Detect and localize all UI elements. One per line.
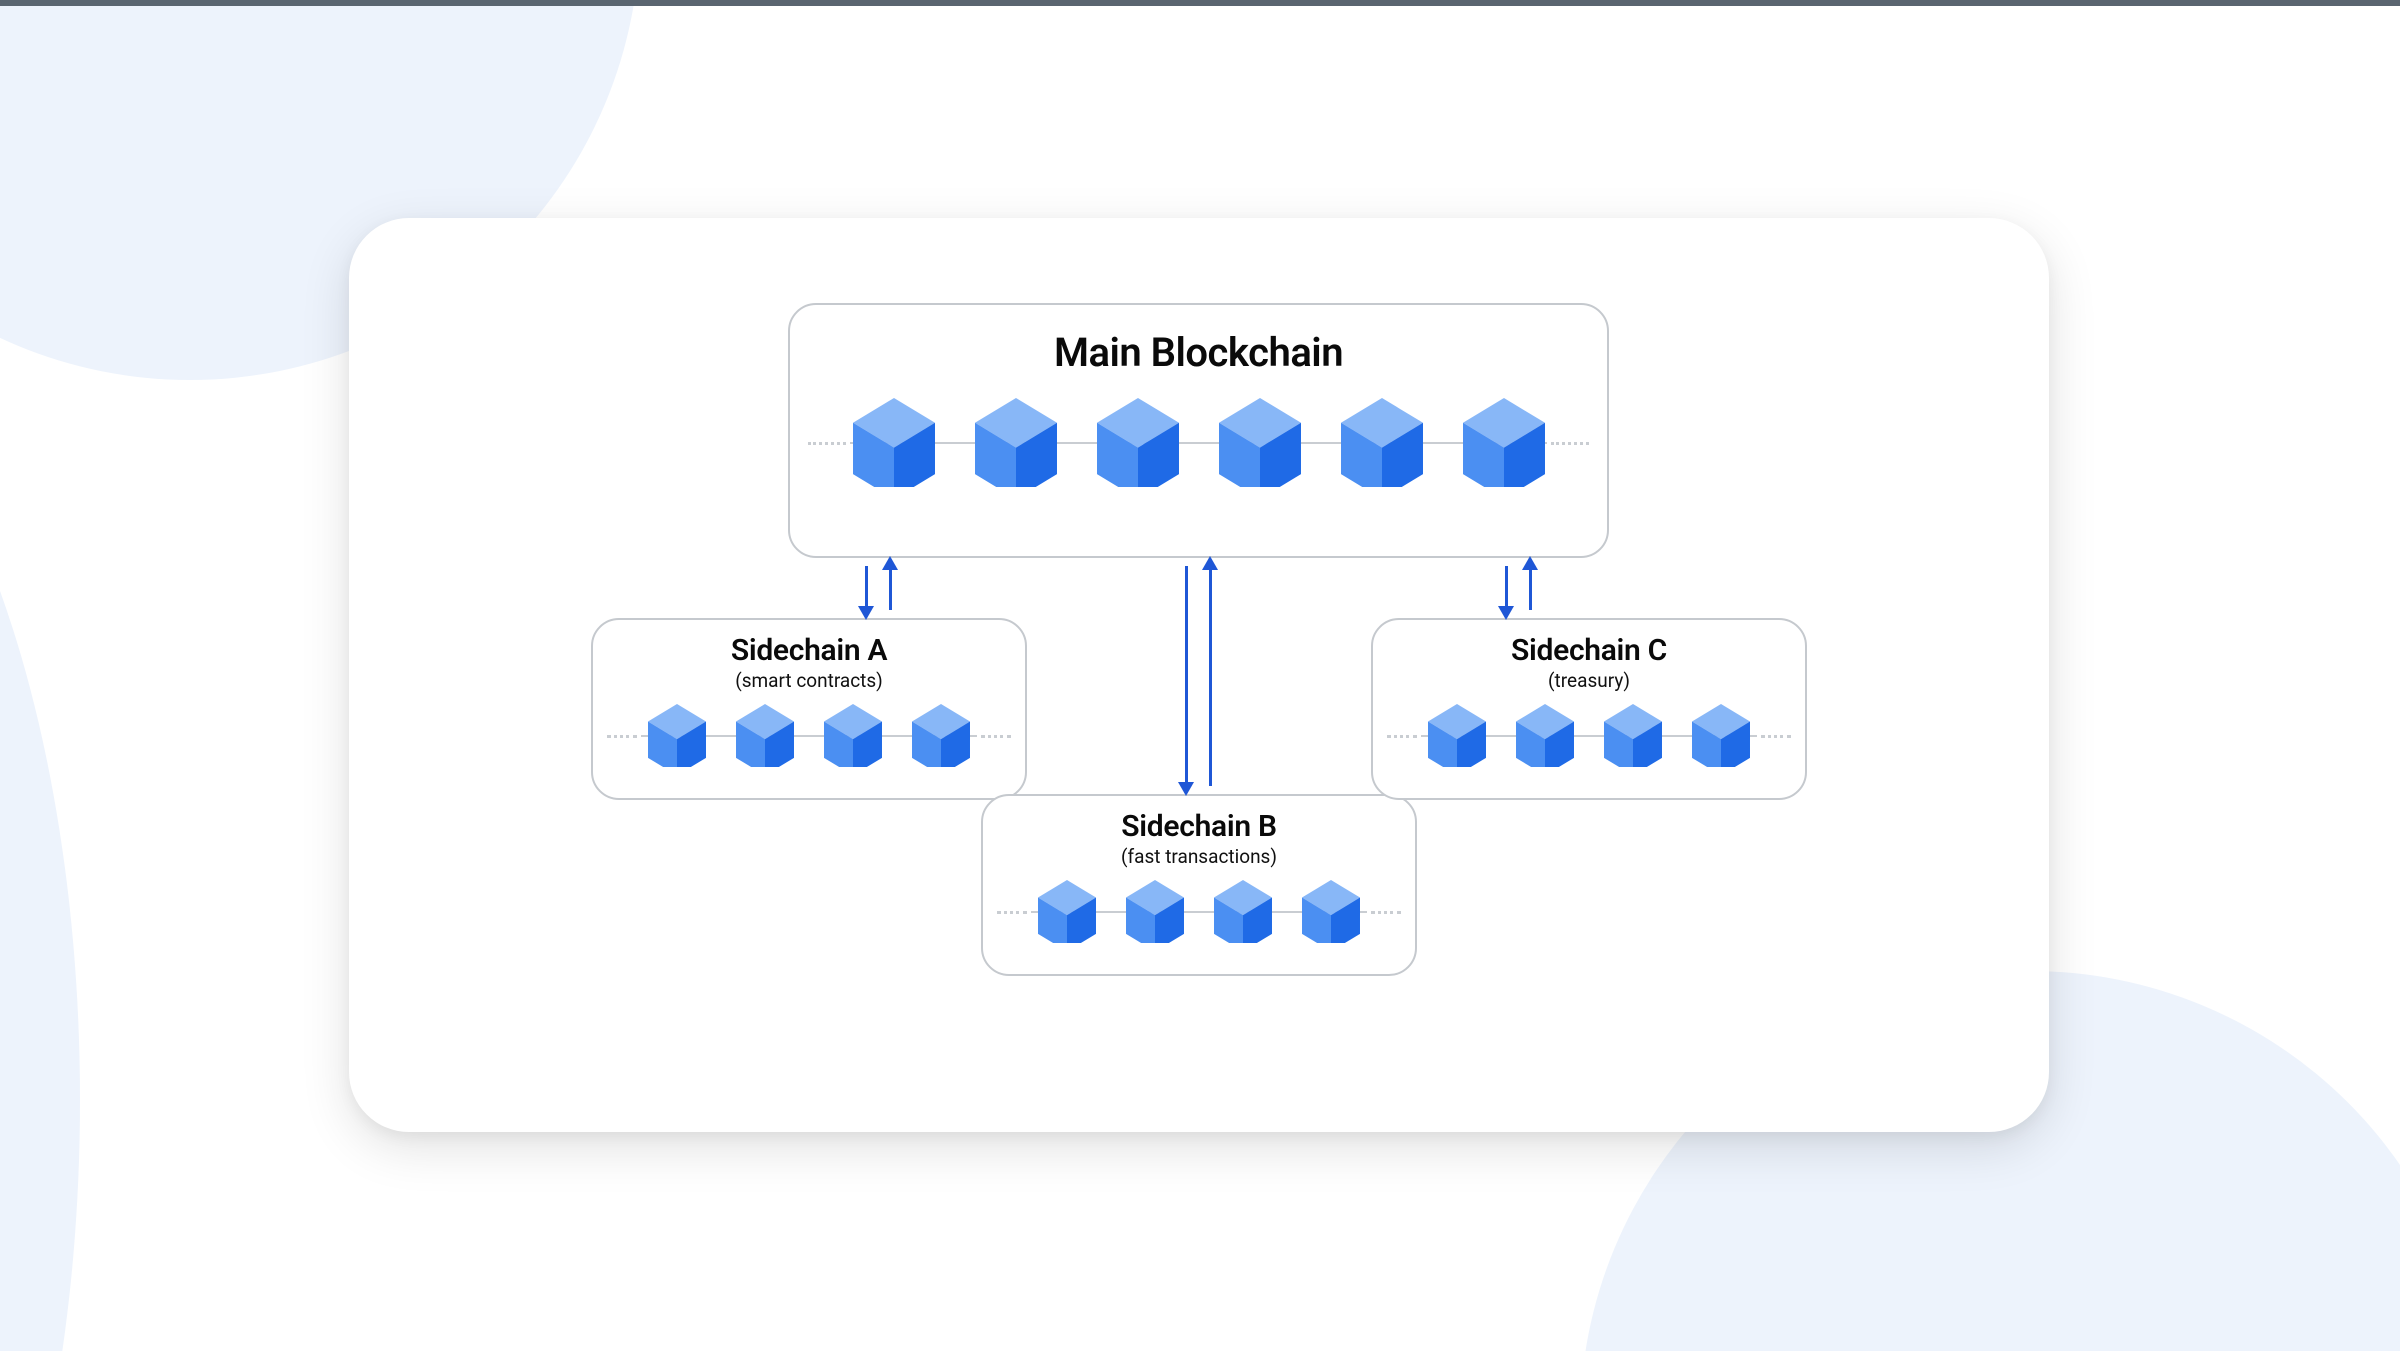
sidechain-a-subtitle: (smart contracts)	[593, 669, 1025, 692]
sidechain-b-dotted-right	[1371, 911, 1401, 914]
sidechain-a-dotted-right	[981, 735, 1011, 738]
sidechain-c-panel: Sidechain C (treasury)	[1371, 618, 1807, 800]
block-cube-icon	[1097, 398, 1179, 487]
connector-main-sidechain-b	[1179, 558, 1219, 794]
main-chain-dotted-right	[1551, 442, 1589, 445]
sidechain-a-dotted-left	[607, 735, 637, 738]
block-cube-icon	[1463, 398, 1545, 487]
block-cube-icon	[824, 704, 882, 767]
sidechain-b-chain	[983, 880, 1415, 943]
sidechain-c-chain	[1373, 704, 1805, 767]
main-chain-dotted-left	[808, 442, 846, 445]
main-chain-cubes	[853, 398, 1545, 487]
main-blockchain-chain	[790, 398, 1607, 487]
block-cube-icon	[1126, 880, 1184, 943]
main-blockchain-title: Main Blockchain	[790, 329, 1607, 376]
block-cube-icon	[1302, 880, 1360, 943]
block-cube-icon	[648, 704, 706, 767]
sidechain-c-dotted-right	[1761, 735, 1791, 738]
connector-main-sidechain-a	[859, 558, 899, 618]
block-cube-icon	[1516, 704, 1574, 767]
bg-blob-left	[0, 300, 80, 1351]
diagram-card: Main Blockchain Sidech	[349, 218, 2049, 1132]
main-blockchain-panel: Main Blockchain	[788, 303, 1609, 558]
block-cube-icon	[736, 704, 794, 767]
page-top-border	[0, 0, 2400, 6]
sidechain-a-title: Sidechain A	[593, 634, 1025, 667]
sidechain-a-panel: Sidechain A (smart contracts)	[591, 618, 1027, 800]
sidechain-b-title: Sidechain B	[983, 810, 1415, 843]
connector-main-sidechain-c	[1499, 558, 1539, 618]
block-cube-icon	[912, 704, 970, 767]
sidechain-c-dotted-left	[1387, 735, 1417, 738]
sidechain-b-panel: Sidechain B (fast transactions)	[981, 794, 1417, 976]
block-cube-icon	[853, 398, 935, 487]
sidechain-c-title: Sidechain C	[1373, 634, 1805, 667]
block-cube-icon	[1341, 398, 1423, 487]
block-cube-icon	[1428, 704, 1486, 767]
sidechain-a-chain	[593, 704, 1025, 767]
sidechain-b-cubes	[1038, 880, 1360, 943]
sidechain-c-subtitle: (treasury)	[1373, 669, 1805, 692]
block-cube-icon	[975, 398, 1057, 487]
sidechain-a-cubes	[648, 704, 970, 767]
block-cube-icon	[1219, 398, 1301, 487]
block-cube-icon	[1038, 880, 1096, 943]
sidechain-b-subtitle: (fast transactions)	[983, 845, 1415, 868]
block-cube-icon	[1214, 880, 1272, 943]
sidechain-b-dotted-left	[997, 911, 1027, 914]
block-cube-icon	[1604, 704, 1662, 767]
block-cube-icon	[1692, 704, 1750, 767]
sidechain-c-cubes	[1428, 704, 1750, 767]
